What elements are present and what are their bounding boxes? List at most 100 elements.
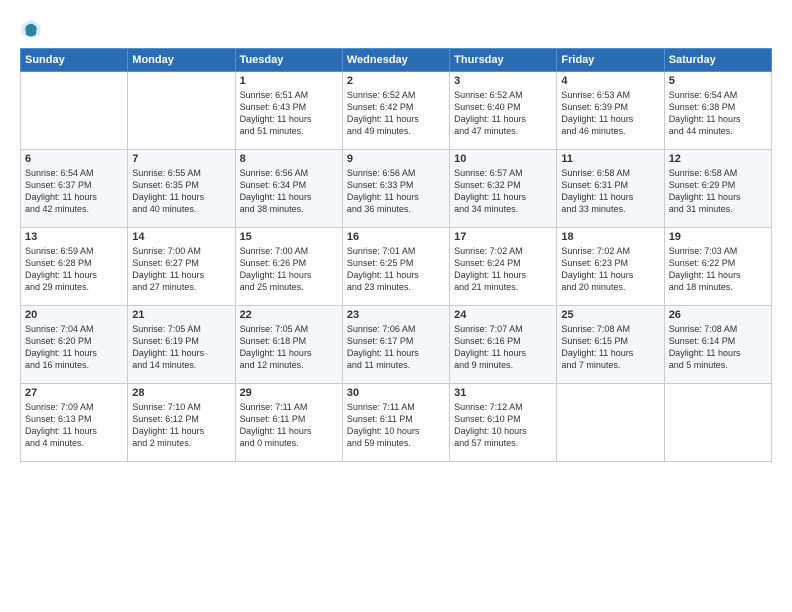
weekday-header: Friday [557,49,664,72]
cell-content: Sunrise: 7:08 AM Sunset: 6:14 PM Dayligh… [669,323,767,372]
logo-icon [20,18,42,40]
calendar-cell: 21 Sunrise: 7:05 AM Sunset: 6:19 PM Dayli… [128,306,235,384]
calendar-cell: 11Sunrise: 6:58 AM Sunset: 6:31 PM Dayli… [557,150,664,228]
day-number: 16 [347,231,445,243]
weekday-header: Monday [128,49,235,72]
calendar-cell: 30Sunrise: 7:11 AM Sunset: 6:11 PM Dayli… [342,384,449,462]
header-row: SundayMondayTuesdayWednesdayThursdayFrid… [21,49,772,72]
day-number: 3 [454,75,552,87]
calendar-cell [557,384,664,462]
calendar-cell [21,72,128,150]
cell-content: Sunrise: 7:01 AM Sunset: 6:25 PM Dayligh… [347,245,445,294]
day-number: 13 [25,231,123,243]
calendar-cell: 19 Sunrise: 7:03 AM Sunset: 6:22 PM Dayli… [664,228,771,306]
day-number: 8 [240,153,338,165]
calendar-week-row: 20 Sunrise: 7:04 AM Sunset: 6:20 PM Dayli… [21,306,772,384]
calendar-cell: 1 Sunrise: 6:51 AM Sunset: 6:43 PM Daylig… [235,72,342,150]
weekday-header: Wednesday [342,49,449,72]
day-number: 5 [669,75,767,87]
calendar-cell: 16 Sunrise: 7:01 AM Sunset: 6:25 PM Dayli… [342,228,449,306]
cell-content: Sunrise: 7:05 AM Sunset: 6:19 PM Dayligh… [132,323,230,372]
calendar-cell: 24 Sunrise: 7:07 AM Sunset: 6:16 PM Dayli… [450,306,557,384]
cell-content: Sunrise: 7:10 AM Sunset: 6:12 PM Dayligh… [132,401,230,450]
day-number: 19 [669,231,767,243]
cell-content: Sunrise: 7:07 AM Sunset: 6:16 PM Dayligh… [454,323,552,372]
calendar-cell [128,72,235,150]
calendar-cell: 20 Sunrise: 7:04 AM Sunset: 6:20 PM Dayli… [21,306,128,384]
cell-content: Sunrise: 6:53 AM Sunset: 6:39 PM Dayligh… [561,89,659,138]
cell-content: Sunrise: 7:11 AM Sunset: 6:11 PM Dayligh… [240,401,338,450]
cell-content: Sunrise: 7:08 AM Sunset: 6:15 PM Dayligh… [561,323,659,372]
cell-content: Sunrise: 7:00 AM Sunset: 6:27 PM Dayligh… [132,245,230,294]
cell-content: Sunrise: 7:00 AM Sunset: 6:26 PM Dayligh… [240,245,338,294]
day-number: 9 [347,153,445,165]
cell-content: Sunrise: 7:03 AM Sunset: 6:22 PM Dayligh… [669,245,767,294]
cell-content: Sunrise: 6:57 AM Sunset: 6:32 PM Dayligh… [454,167,552,216]
calendar-cell: 29 Sunrise: 7:11 AM Sunset: 6:11 PM Dayli… [235,384,342,462]
weekday-header: Sunday [21,49,128,72]
day-number: 25 [561,309,659,321]
weekday-header: Thursday [450,49,557,72]
cell-content: Sunrise: 6:58 AM Sunset: 6:29 PM Dayligh… [669,167,767,216]
cell-content: Sunrise: 6:54 AM Sunset: 6:38 PM Dayligh… [669,89,767,138]
calendar-cell: 10 Sunrise: 6:57 AM Sunset: 6:32 PM Dayli… [450,150,557,228]
day-number: 11 [561,153,659,165]
cell-content: Sunrise: 7:04 AM Sunset: 6:20 PM Dayligh… [25,323,123,372]
cell-content: Sunrise: 7:12 AM Sunset: 6:10 PM Dayligh… [454,401,552,450]
cell-content: Sunrise: 7:05 AM Sunset: 6:18 PM Dayligh… [240,323,338,372]
day-number: 14 [132,231,230,243]
day-number: 1 [240,75,338,87]
day-number: 17 [454,231,552,243]
cell-content: Sunrise: 7:11 AM Sunset: 6:11 PM Dayligh… [347,401,445,450]
calendar-cell: 17Sunrise: 7:02 AM Sunset: 6:24 PM Dayli… [450,228,557,306]
day-number: 21 [132,309,230,321]
day-number: 22 [240,309,338,321]
cell-content: Sunrise: 6:59 AM Sunset: 6:28 PM Dayligh… [25,245,123,294]
cell-content: Sunrise: 6:55 AM Sunset: 6:35 PM Dayligh… [132,167,230,216]
day-number: 12 [669,153,767,165]
day-number: 10 [454,153,552,165]
cell-content: Sunrise: 6:56 AM Sunset: 6:33 PM Dayligh… [347,167,445,216]
calendar-cell: 31 Sunrise: 7:12 AM Sunset: 6:10 PM Dayli… [450,384,557,462]
calendar-cell: 13 Sunrise: 6:59 AM Sunset: 6:28 PM Dayli… [21,228,128,306]
weekday-header: Tuesday [235,49,342,72]
calendar-week-row: 1 Sunrise: 6:51 AM Sunset: 6:43 PM Daylig… [21,72,772,150]
cell-content: Sunrise: 6:52 AM Sunset: 6:42 PM Dayligh… [347,89,445,138]
calendar-cell: 14 Sunrise: 7:00 AM Sunset: 6:27 PM Dayli… [128,228,235,306]
calendar-cell: 9 Sunrise: 6:56 AM Sunset: 6:33 PM Daylig… [342,150,449,228]
calendar-week-row: 13 Sunrise: 6:59 AM Sunset: 6:28 PM Dayli… [21,228,772,306]
calendar-cell: 4Sunrise: 6:53 AM Sunset: 6:39 PM Daylig… [557,72,664,150]
cell-content: Sunrise: 7:02 AM Sunset: 6:23 PM Dayligh… [561,245,659,294]
cell-content: Sunrise: 7:09 AM Sunset: 6:13 PM Dayligh… [25,401,123,450]
calendar-cell: 18Sunrise: 7:02 AM Sunset: 6:23 PM Dayli… [557,228,664,306]
day-number: 15 [240,231,338,243]
day-number: 2 [347,75,445,87]
day-number: 27 [25,387,123,399]
calendar-cell: 6 Sunrise: 6:54 AM Sunset: 6:37 PM Daylig… [21,150,128,228]
calendar-header: SundayMondayTuesdayWednesdayThursdayFrid… [21,49,772,72]
calendar-cell: 3 Sunrise: 6:52 AM Sunset: 6:40 PM Daylig… [450,72,557,150]
day-number: 6 [25,153,123,165]
cell-content: Sunrise: 6:54 AM Sunset: 6:37 PM Dayligh… [25,167,123,216]
calendar-cell: 8 Sunrise: 6:56 AM Sunset: 6:34 PM Daylig… [235,150,342,228]
calendar-cell: 26Sunrise: 7:08 AM Sunset: 6:14 PM Dayli… [664,306,771,384]
calendar-cell: 5 Sunrise: 6:54 AM Sunset: 6:38 PM Daylig… [664,72,771,150]
calendar-cell: 7 Sunrise: 6:55 AM Sunset: 6:35 PM Daylig… [128,150,235,228]
cell-content: Sunrise: 6:52 AM Sunset: 6:40 PM Dayligh… [454,89,552,138]
day-number: 31 [454,387,552,399]
day-number: 20 [25,309,123,321]
calendar-page: SundayMondayTuesdayWednesdayThursdayFrid… [0,0,792,612]
day-number: 29 [240,387,338,399]
calendar-cell: 12 Sunrise: 6:58 AM Sunset: 6:29 PM Dayli… [664,150,771,228]
cell-content: Sunrise: 7:06 AM Sunset: 6:17 PM Dayligh… [347,323,445,372]
calendar-body: 1 Sunrise: 6:51 AM Sunset: 6:43 PM Daylig… [21,72,772,462]
cell-content: Sunrise: 6:56 AM Sunset: 6:34 PM Dayligh… [240,167,338,216]
calendar-cell: 23Sunrise: 7:06 AM Sunset: 6:17 PM Dayli… [342,306,449,384]
calendar-cell: 2 Sunrise: 6:52 AM Sunset: 6:42 PM Daylig… [342,72,449,150]
calendar-cell [664,384,771,462]
day-number: 7 [132,153,230,165]
day-number: 24 [454,309,552,321]
calendar-cell: 22 Sunrise: 7:05 AM Sunset: 6:18 PM Dayli… [235,306,342,384]
calendar-table: SundayMondayTuesdayWednesdayThursdayFrid… [20,48,772,462]
cell-content: Sunrise: 6:51 AM Sunset: 6:43 PM Dayligh… [240,89,338,138]
